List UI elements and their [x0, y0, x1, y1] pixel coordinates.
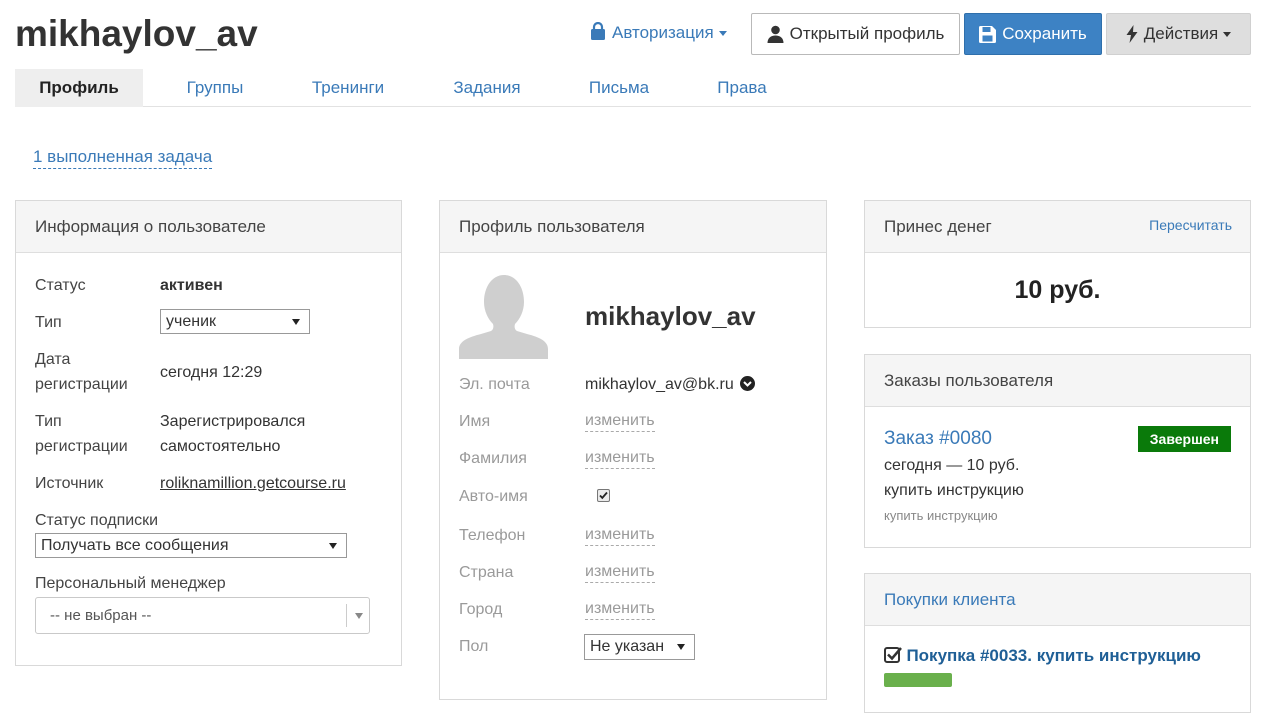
city-change-link[interactable]: изменить: [585, 599, 655, 620]
check-icon: [599, 491, 608, 500]
chevron-down-icon: [677, 644, 685, 650]
user-info-panel: Информация о пользователе Статус активен…: [15, 200, 402, 666]
status-value: активен: [160, 277, 223, 294]
actions-label: Действия: [1143, 24, 1219, 43]
circle-chevron-down-icon[interactable]: [740, 376, 756, 391]
manager-label: Персональный менеджер: [35, 575, 226, 592]
email-value: mikhaylov_av@bk.ru: [585, 376, 734, 393]
phone-label: Телефон: [459, 527, 526, 544]
floppy-icon: [979, 25, 997, 43]
user-profile-panel: Профиль пользователя mikhaylov_av Эл. по…: [439, 200, 827, 700]
orders-panel: Заказы пользователя Заказ #0080 Завершен…: [864, 354, 1251, 548]
type-select-value: ученик: [166, 312, 217, 330]
gender-label: Пол: [459, 638, 489, 655]
purchase-row: Покупка #0033. купить инструкцию: [884, 646, 1201, 666]
order-status-badge: Завершен: [1137, 426, 1231, 452]
source-link[interactable]: roliknamillion.getcourse.ru: [160, 471, 346, 496]
avatar[interactable]: [459, 273, 548, 359]
tab-groups[interactable]: Группы: [165, 69, 265, 107]
country-label: Страна: [459, 564, 514, 581]
gender-select-value: Не указан: [590, 638, 665, 655]
country-change-link[interactable]: изменить: [585, 562, 655, 583]
save-button[interactable]: Сохранить: [964, 13, 1102, 55]
regdate-value: сегодня 12:29: [160, 364, 263, 381]
regdate-label: Дата: [35, 351, 71, 368]
subscription-select-value: Получать все сообщения: [41, 536, 229, 554]
regdate-label-2: регистрации: [35, 376, 128, 393]
purchase-status-badge: [884, 673, 952, 687]
user-icon: [767, 25, 784, 43]
money-panel: Принес денег Пересчитать 10 руб.: [864, 200, 1251, 328]
purchases-panel: Покупки клиента Покупка #0033. купить ин…: [864, 573, 1251, 713]
tab-letters[interactable]: Письма: [569, 69, 669, 107]
open-profile-label: Открытый профиль: [789, 24, 945, 43]
chevron-down-icon: [1223, 31, 1232, 37]
regtype-label-2: регистрации: [35, 438, 128, 455]
gender-select[interactable]: Не указан: [584, 634, 695, 660]
select-divider: [346, 604, 347, 627]
lock-icon: [591, 21, 605, 40]
checkbox-checked-icon: [884, 647, 902, 663]
manager-select[interactable]: -- не выбран --: [35, 597, 370, 634]
email-label: Эл. почта: [459, 376, 530, 393]
orders-title: Заказы пользователя: [865, 355, 1250, 407]
subscription-label: Статус подписки: [35, 512, 159, 529]
name-change-link[interactable]: изменить: [585, 411, 655, 432]
purchases-title[interactable]: Покупки клиента: [865, 574, 1250, 626]
status-label: Статус: [35, 277, 86, 294]
autoname-checkbox[interactable]: [597, 489, 610, 502]
manager-select-value: -- не выбран --: [50, 607, 152, 624]
email-row: mikhaylov_av@bk.ru: [585, 373, 756, 397]
chevron-down-icon: [355, 612, 363, 619]
lightning-icon: [1126, 25, 1138, 43]
purchase-link[interactable]: Покупка #0033. купить инструкцию: [906, 646, 1200, 665]
money-header: Принес денег Пересчитать: [865, 201, 1250, 253]
chevron-down-icon: [718, 31, 727, 37]
type-label: Тип: [35, 314, 62, 331]
chevron-down-icon: [292, 318, 300, 325]
profile-username: mikhaylov_av: [585, 301, 756, 331]
auth-dropdown[interactable]: Авторизация: [590, 21, 727, 44]
type-select[interactable]: ученик: [160, 309, 310, 334]
money-title: Принес денег: [884, 217, 992, 236]
save-label: Сохранить: [1002, 24, 1087, 43]
auth-label: Авторизация: [612, 23, 714, 42]
chevron-down-icon: [329, 542, 337, 549]
page-title: mikhaylov_av: [15, 13, 258, 54]
tab-trainings[interactable]: Тренинги: [298, 69, 398, 107]
tab-profile[interactable]: Профиль: [15, 69, 143, 107]
user-profile-title: Профиль пользователя: [440, 201, 826, 253]
recalculate-link[interactable]: Пересчитать: [1149, 201, 1232, 249]
tab-bar: Профиль Группы Тренинги Задания Письма П…: [15, 69, 1251, 107]
lastname-change-link[interactable]: изменить: [585, 448, 655, 469]
user-info-title: Информация о пользователе: [16, 201, 401, 253]
autoname-label: Авто-имя: [459, 488, 528, 505]
actions-dropdown-button[interactable]: Действия: [1106, 13, 1251, 55]
subscription-select[interactable]: Получать все сообщения: [35, 533, 347, 558]
regtype-value-2: самостоятельно: [160, 438, 281, 455]
name-label: Имя: [459, 413, 491, 430]
order-date-amount: сегодня — 10 руб.: [884, 457, 1020, 474]
order-product: купить инструкцию: [884, 482, 1024, 499]
open-profile-button[interactable]: Открытый профиль: [751, 13, 960, 55]
order-product-small: купить инструкцию: [884, 508, 998, 523]
regtype-label: Тип: [35, 413, 62, 430]
completed-tasks-link[interactable]: 1 выполненная задача: [33, 146, 213, 169]
tab-rights[interactable]: Права: [692, 69, 792, 107]
lastname-label: Фамилия: [459, 450, 527, 467]
money-amount: 10 руб.: [1014, 276, 1101, 304]
tab-tasks[interactable]: Задания: [437, 69, 537, 107]
source-label: Источник: [35, 475, 104, 492]
order-link[interactable]: Заказ #0080: [884, 426, 992, 452]
regtype-value: Зарегистрировался: [160, 413, 306, 430]
phone-change-link[interactable]: изменить: [585, 525, 655, 546]
city-label: Город: [459, 601, 503, 618]
